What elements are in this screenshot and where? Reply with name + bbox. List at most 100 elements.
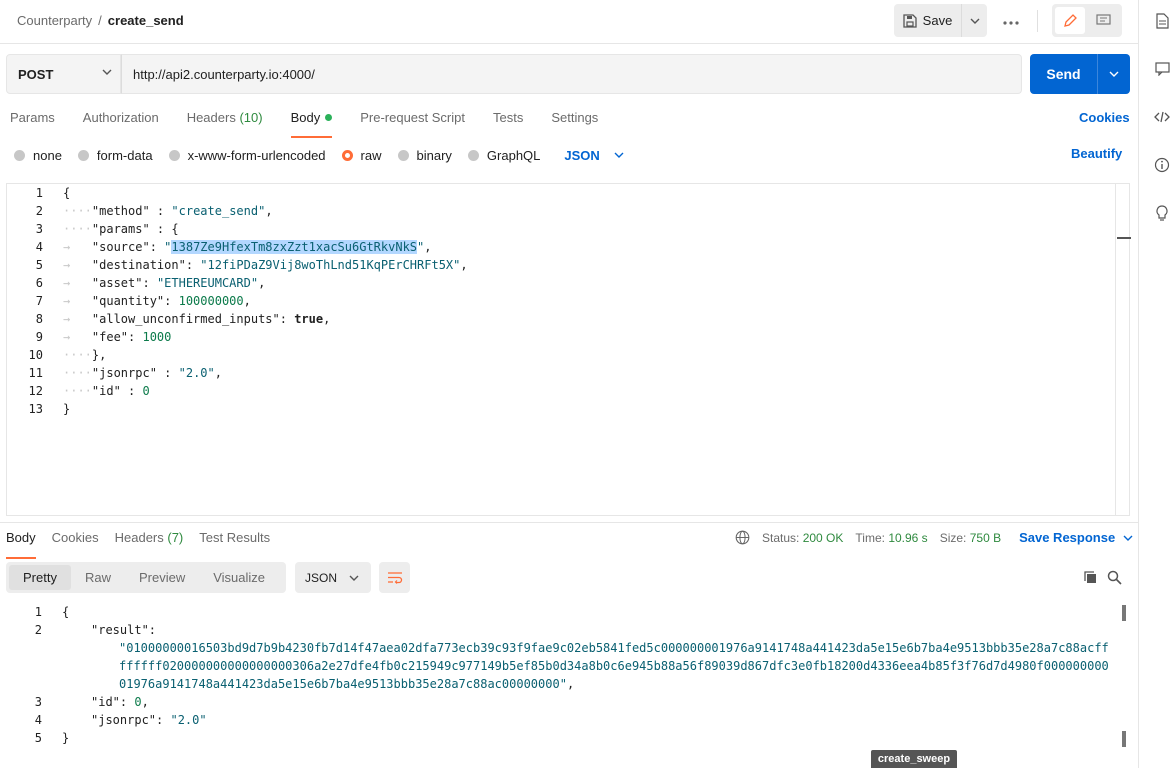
radio-form-data[interactable]: form-data (77, 148, 153, 163)
radio-dot (467, 149, 479, 161)
status-value[interactable]: 200 OK (803, 531, 844, 545)
response-tab-cookies[interactable]: Cookies (52, 530, 99, 552)
save-icon (903, 13, 917, 28)
radio-raw[interactable]: raw (341, 148, 382, 163)
code-token: , (214, 366, 222, 380)
json-number: 100000000 (178, 294, 244, 308)
view-tab-visualize[interactable]: Visualize (199, 565, 279, 590)
wrap-lines-button[interactable] (379, 562, 410, 593)
search-icon[interactable] (1105, 568, 1123, 586)
code-line: } (63, 400, 70, 418)
response-scrollbar[interactable] (1120, 603, 1130, 753)
json-key: "source" (91, 240, 150, 254)
chevron-down-icon (1109, 71, 1119, 77)
json-number: 1000 (142, 330, 172, 344)
response-tab-test-results[interactable]: Test Results (199, 530, 270, 552)
code-token: : (156, 366, 179, 380)
radio-binary[interactable]: binary (397, 148, 452, 163)
raw-format-select[interactable]: JSON (564, 148, 624, 163)
save-response-button[interactable]: Save Response (1019, 530, 1133, 545)
json-key: "result" (91, 623, 149, 637)
line-number: 11 (28, 366, 43, 380)
size-label: Size: (939, 530, 967, 545)
line-number: 10 (28, 348, 43, 362)
code-token: }, (91, 348, 107, 362)
json-string-wrapped: 01976a9141748a441423da5e15e6b7ba4e9513bb… (119, 677, 567, 691)
edit-mode-button[interactable] (1055, 7, 1085, 34)
tab-settings[interactable]: Settings (551, 110, 598, 132)
json-key: "method" (91, 204, 150, 218)
comments-icon[interactable] (1153, 60, 1171, 78)
save-options-button[interactable] (961, 4, 987, 37)
copy-icon[interactable] (1081, 568, 1099, 586)
request-body-editor[interactable]: 1{ 2 ····"method" : "create_send", 3 ····"… (6, 183, 1131, 516)
beautify-button[interactable]: Beautify (1071, 146, 1122, 161)
save-response-label: Save Response (1019, 530, 1116, 545)
code-token: , (243, 294, 251, 308)
breadcrumb-request-name[interactable]: create_send (108, 13, 184, 28)
line-number: 7 (35, 294, 43, 308)
tooltip: create_sweep (871, 750, 957, 768)
send-options-button[interactable] (1097, 54, 1130, 94)
scrollbar-thumb[interactable] (1122, 605, 1126, 621)
code-token: : (149, 240, 165, 254)
code-token: } (62, 731, 70, 745)
radio-dot-selected (341, 149, 353, 161)
line-number: 1 (34, 605, 42, 619)
code-line: ····"jsonrpc" : "2.0", (63, 364, 222, 382)
request-url-input[interactable]: http://api2.counterparty.io:4000/ (121, 54, 1022, 94)
code-token: , (323, 312, 331, 326)
more-actions-button[interactable] (1000, 12, 1022, 30)
view-tab-raw[interactable]: Raw (71, 565, 125, 590)
send-button[interactable]: Send (1030, 54, 1097, 94)
editor-scrollbar[interactable] (1115, 184, 1131, 515)
pencil-icon (1064, 13, 1077, 27)
http-method-select[interactable]: POST (6, 54, 121, 94)
info-icon[interactable] (1153, 156, 1171, 174)
json-string-wrapped: ffffff020000000000000000306a2e27dfe4fb0c… (119, 659, 1109, 673)
view-tab-pretty[interactable]: Pretty (9, 565, 71, 590)
documentation-icon[interactable] (1153, 12, 1171, 30)
pane-resize-handle[interactable] (0, 522, 1138, 523)
radio-graphql[interactable]: GraphQL (467, 148, 540, 163)
tab-params[interactable]: Params (10, 110, 55, 132)
code-line: { (62, 603, 69, 621)
tab-headers[interactable]: Headers (10) (187, 110, 263, 132)
response-tab-body[interactable]: Body (6, 530, 36, 559)
breadcrumb-collection[interactable]: Counterparty (17, 13, 92, 28)
tab-body[interactable]: Body (290, 110, 333, 138)
mode-toggle (1052, 4, 1122, 37)
tab-tests[interactable]: Tests (493, 110, 523, 132)
scrollbar-thumb[interactable] (1122, 731, 1126, 747)
globe-icon[interactable] (735, 530, 750, 545)
code-token: : (149, 204, 172, 218)
response-format-select[interactable]: JSON (295, 562, 371, 593)
radio-label: none (33, 147, 62, 163)
radio-x-www-form-urlencoded[interactable]: x-www-form-urlencoded (168, 148, 326, 163)
code-token: , (258, 276, 266, 290)
comment-mode-button[interactable] (1087, 7, 1119, 34)
json-key: "id" (91, 695, 120, 709)
line-number: 9 (35, 330, 43, 344)
lightbulb-icon[interactable] (1153, 204, 1171, 222)
indent-guide: ···· (63, 222, 92, 236)
view-tab-preview[interactable]: Preview (125, 565, 199, 590)
wrap-lines-icon (387, 572, 402, 584)
code-snippet-icon[interactable] (1153, 108, 1171, 126)
response-tab-headers[interactable]: Headers (7) (115, 530, 184, 552)
line-number: 12 (28, 384, 43, 398)
response-body-viewer[interactable]: 1 { 2 "result": "01000000016503bd9d7b9b423… (6, 603, 1130, 753)
code-line: → "asset": "ETHEREUMCARD", (63, 274, 265, 292)
save-button[interactable]: Save (894, 4, 961, 37)
size-value[interactable]: 750 B (970, 531, 1001, 545)
radio-none[interactable]: none (14, 148, 62, 163)
indent-guide: → (63, 258, 92, 272)
time-value[interactable]: 10.96 s (888, 531, 927, 545)
tab-authorization[interactable]: Authorization (83, 110, 159, 132)
code-line: → "destination": "12fiPDaZ9Vij8woThLnd51… (63, 256, 468, 274)
http-method-value: POST (18, 66, 54, 82)
tab-pre-request-script[interactable]: Pre-request Script (360, 110, 465, 132)
code-line: → "quantity": 100000000, (63, 292, 251, 310)
json-string: "ETHEREUMCARD" (156, 276, 259, 290)
cookies-link[interactable]: Cookies (1079, 110, 1130, 125)
